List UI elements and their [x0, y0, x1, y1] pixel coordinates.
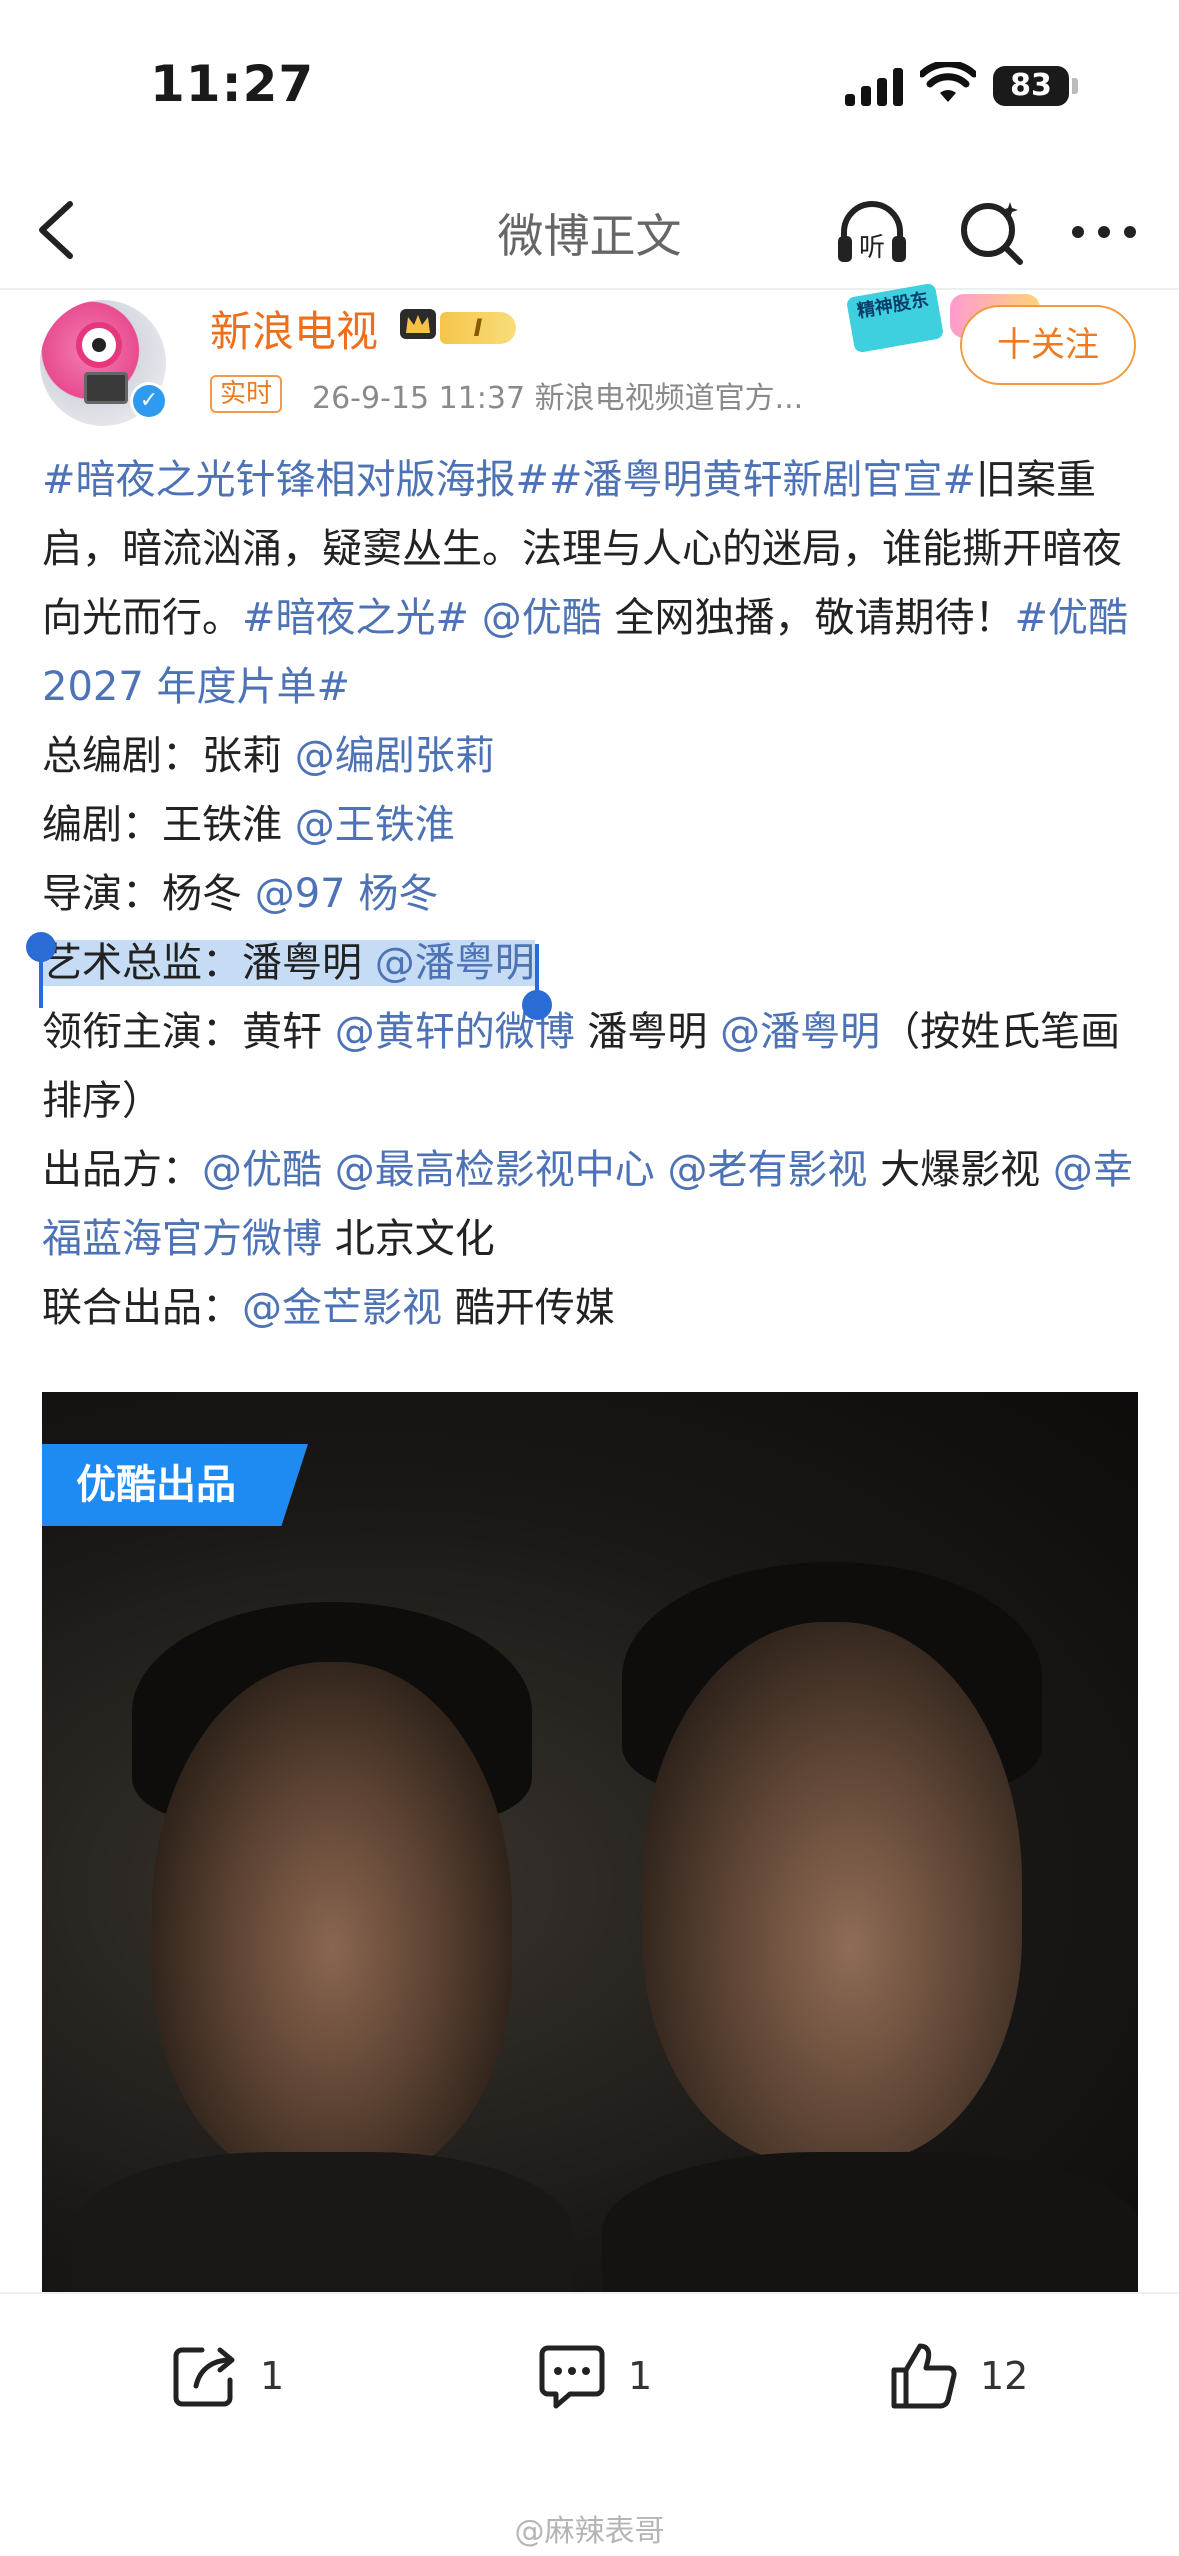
mention-link[interactable]: @优酷 — [482, 595, 602, 641]
poster-figure-left-body — [72, 2152, 572, 2292]
poster-figure-left — [152, 1662, 512, 2182]
member-level-badge: I — [440, 312, 516, 344]
status-bar: 11:27 83 — [0, 0, 1179, 170]
more-options-icon[interactable] — [1064, 192, 1144, 272]
credit-label: 艺术总监：潘粤明 — [42, 940, 375, 986]
poster-image[interactable]: 优酷出品 — [42, 1392, 1138, 2292]
credit-label: 导演：杨冬 — [42, 871, 255, 917]
mention-link[interactable]: @编剧张莉 — [295, 733, 495, 779]
battery-icon: 83 — [993, 66, 1069, 106]
realtime-tag: 实时 — [210, 375, 283, 413]
crown-icon — [400, 309, 436, 339]
credit-director: 导演：杨冬 @97 杨冬 — [42, 860, 1142, 929]
status-time: 11:27 — [150, 55, 315, 113]
mention-link[interactable]: @优酷 — [202, 1147, 322, 1193]
credit-writer: 编剧：王铁淮 @王铁淮 — [42, 791, 1142, 860]
selection-start-handle[interactable] — [26, 932, 56, 1008]
repost-count: 1 — [260, 2354, 285, 2398]
battery-tip — [1072, 78, 1078, 94]
poster-badge: 优酷出品 — [42, 1444, 308, 1526]
credit-label: 总编剧：张莉 — [42, 733, 295, 779]
repost-button[interactable]: 1 — [166, 2336, 284, 2416]
nav-bar: 微博正文 听 — [0, 170, 1179, 290]
credit-text: 潘粤明 — [574, 1009, 721, 1055]
mention-link[interactable]: @最高检影视中心 — [335, 1147, 655, 1193]
credit-label: 联合出品： — [42, 1285, 242, 1331]
author-name[interactable]: 新浪电视 — [210, 298, 378, 359]
credit-producers: 出品方：@优酷 @最高检影视中心 @老有影视 大爆影视 @幸福蓝海官方微博 北京… — [42, 1136, 1142, 1274]
credit-text: 酷开传媒 — [442, 1285, 615, 1331]
credit-text: 北京文化 — [322, 1216, 495, 1262]
mention-link[interactable]: @老有影视 — [667, 1147, 867, 1193]
mention-link[interactable]: @97 杨冬 — [255, 871, 439, 917]
credit-co-producers: 联合出品：@金芒影视 酷开传媒 — [42, 1274, 1142, 1343]
avatar-tv — [84, 372, 128, 404]
comment-icon — [539, 2345, 605, 2409]
content-text: 全网独播，敬请期待！ — [601, 595, 1015, 641]
credit-label: 编剧：王铁淮 — [42, 802, 295, 848]
follow-button[interactable]: 十关注 — [960, 305, 1136, 385]
text-selection[interactable]: 艺术总监：潘粤明 @潘粤明 — [26, 932, 552, 1020]
thumbs-up-icon — [891, 2343, 957, 2409]
post-meta: 26-9-15 11:37 新浪电视频道官方... — [312, 381, 804, 416]
poster-figure-right — [642, 1622, 1022, 2162]
verified-badge-icon: ✓ — [130, 382, 168, 420]
action-bar: 1 1 12 @麻辣表哥 — [0, 2292, 1179, 2556]
comment-button[interactable]: 1 — [534, 2336, 652, 2416]
promo-sticker-label: 精神股东 — [845, 282, 945, 354]
mention-link[interactable]: @金芒影视 — [242, 1285, 442, 1331]
poster-figure-right-body — [602, 2152, 1138, 2292]
credit-label: 领衔主演：黄轩 — [42, 1009, 335, 1055]
mention-link[interactable]: @潘粤明 — [374, 940, 535, 986]
search-icon[interactable] — [952, 192, 1032, 272]
credit-label: 出品方： — [42, 1147, 202, 1193]
repost-icon — [173, 2347, 235, 2407]
listen-headphones-icon[interactable]: 听 — [832, 192, 912, 272]
credit-art-director: 艺术总监：潘粤明 @潘粤明 — [26, 929, 1142, 1020]
listen-label: 听 — [859, 233, 885, 263]
credit-chief-writer: 总编剧：张莉 @编剧张莉 — [42, 722, 1142, 791]
selection-end-handle[interactable] — [521, 944, 552, 1020]
credit-lead-actors: 领衔主演：黄轩 @黄轩的微博 潘粤明 @潘粤明（按姓氏笔画排序） — [42, 998, 1142, 1136]
comment-count: 1 — [628, 2354, 653, 2398]
credit-text: 大爆影视 — [867, 1147, 1053, 1193]
topic-link[interactable]: #暗夜之光针锋相对版海报##潘粤明黄轩新剧官宣# — [42, 457, 976, 503]
avatar-eye — [76, 322, 122, 368]
mention-link[interactable]: @王铁淮 — [295, 802, 455, 848]
like-button[interactable]: 12 — [886, 2336, 1028, 2416]
mention-link[interactable]: @潘粤明 — [720, 1009, 880, 1055]
wifi-icon — [920, 62, 976, 102]
cellular-signal-icon — [845, 66, 905, 106]
topic-link[interactable]: #暗夜之光# — [242, 595, 469, 641]
like-count: 12 — [980, 2354, 1029, 2398]
watermark: @麻辣表哥 — [514, 2514, 665, 2549]
post-content: #暗夜之光针锋相对版海报##潘粤明黄轩新剧官宣#旧案重启，暗流汹涌，疑窦丛生。法… — [26, 446, 1142, 1343]
content-line-topics: #暗夜之光针锋相对版海报##潘粤明黄轩新剧官宣#旧案重启，暗流汹涌，疑窦丛生。法… — [42, 446, 1142, 722]
